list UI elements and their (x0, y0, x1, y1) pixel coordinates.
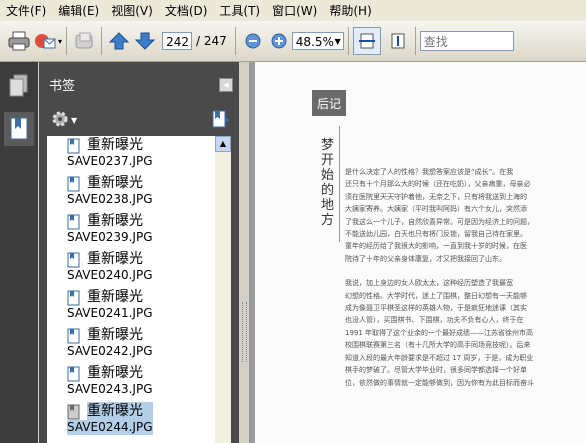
bookmarks-panel: 书签 ◀ ▼ 重新曝光 SAVE0237.JPG 重新曝光 SAVE0238.JPG… (39, 62, 239, 443)
panel-collapse-icon[interactable]: ◀ (219, 78, 233, 92)
menu-bar: 文件(F) 编辑(E) 视图(V) 文档(D) 工具(T) 窗口(W) 帮助(H… (0, 0, 586, 21)
menu-edit[interactable]: 编辑(E) (52, 2, 105, 19)
menu-window[interactable]: 窗口(W) (266, 2, 323, 19)
bookmark-doc-icon (67, 138, 81, 157)
bookmarks-icon[interactable] (4, 112, 34, 146)
bookmark-title: 重新曝光 (87, 327, 143, 343)
text-line: 成为像聂卫平棋圣这样的英雄人物，于是疯狂地迷课（其实 (345, 304, 527, 313)
text-line: 还只有十个月那么大的时候（还在吃奶），父亲病重，母亲必 (345, 180, 531, 189)
bookmark-title: 重新曝光 (87, 137, 143, 153)
share-email-icon[interactable] (32, 28, 58, 54)
bookmark-item[interactable]: 重新曝光 SAVE0238.JPG (47, 174, 215, 212)
text-line: 童年的经历给了我很大的影响，一直到我十岁的时候，在医 (345, 242, 527, 251)
options-gear-icon[interactable] (51, 110, 69, 131)
menu-help[interactable]: 帮助(H) (323, 2, 377, 19)
toolbar: ▾ 242 / 247 48.5% ▼ 查找 (0, 21, 586, 62)
text-line: 幻想的性格。大学时代，迷上了围棋，整日幻想有一天能够 (345, 291, 527, 300)
chevron-down-icon[interactable]: ▼ (71, 116, 77, 125)
print-icon[interactable] (6, 28, 32, 54)
bookmark-doc-icon (67, 214, 81, 233)
document-page: 后记 梦开始的地方 是什么决定了人的性格？我想答案应该是“成长”。在我 还只有十… (255, 62, 586, 443)
search-input[interactable]: 查找 (419, 31, 514, 51)
document-body: 是什么决定了人的性格？我想答案应该是“成长”。在我 还只有十个月那么大的时候（还… (345, 166, 585, 389)
document-viewer[interactable]: 后记 梦开始的地方 是什么决定了人的性格？我想答案应该是“成长”。在我 还只有十… (249, 62, 586, 443)
panel-splitter[interactable] (239, 62, 249, 443)
bookmark-list: 重新曝光 SAVE0237.JPG 重新曝光 SAVE0238.JPG 重新曝光 SA… (47, 136, 215, 443)
next-page-icon[interactable] (132, 28, 158, 54)
toolbar-separator (234, 27, 236, 55)
zoom-value: 48.5% (295, 35, 334, 49)
zoom-in-icon[interactable] (266, 28, 292, 54)
bookmark-doc-icon (67, 252, 81, 271)
hand-tool-icon[interactable] (71, 28, 97, 54)
zoom-select[interactable]: 48.5% ▼ (291, 32, 344, 50)
text-line: 大姨家寄养。大姨家（平时我叫阿妈）有六个女儿，突然添 (345, 205, 527, 214)
toolbar-separator (414, 27, 416, 55)
title-rule (339, 126, 340, 242)
text-line: 知道入段的最大年龄要求是不超过 17 周岁，于是，成为职业 (345, 353, 534, 362)
panel-title: 书签 (49, 78, 76, 94)
text-line: 了我这么一个儿子，自然欣喜异常。可是因为经济上的问题， (345, 217, 534, 226)
text-line: 棋手的梦破了。尽管大学毕业时，很多同学都选择一个好单 (345, 366, 527, 375)
text-line: 也没人管），买围棋书、下围棋，功夫不负有心人，终于在 (345, 316, 524, 325)
bookmark-title: 重新曝光 (87, 365, 143, 381)
fit-width-icon[interactable] (352, 27, 381, 55)
navigation-strip (0, 62, 38, 443)
new-bookmark-icon[interactable] (211, 110, 231, 131)
bookmark-doc-icon (67, 328, 81, 347)
menu-file[interactable]: 文件(F) (0, 2, 52, 19)
text-line: 不能送幼儿园，白天也只有将门反锁，留我自己待在家里。 (345, 230, 527, 239)
pages-icon[interactable] (8, 74, 30, 101)
text-line: 位，依然做的事情就一定能够做到，因为你有为此目标而奋斗 (345, 378, 534, 387)
text-line: 校围棋联赛第三名（有十几所大学的高手同场竞技呢）。后来 (345, 341, 531, 350)
menu-view[interactable]: 视图(V) (105, 2, 159, 19)
bookmark-item[interactable]: 重新曝光 SAVE0242.JPG (47, 326, 215, 364)
text-line: 1991 年取得了这个业余的一个最好成绩——江苏省徐州市高 (345, 328, 534, 337)
bookmark-doc-icon (67, 176, 81, 195)
bookmark-title: 重新曝光 (87, 251, 143, 267)
text-line: 是什么决定了人的性格？我想答案应该是“成长”。在我 (345, 168, 514, 176)
bookmark-scrollbar[interactable]: ▲ (215, 136, 231, 443)
chevron-down-icon: ▼ (334, 37, 341, 46)
bookmark-title: 重新曝光 (87, 402, 153, 420)
bookmark-item[interactable]: 重新曝光 SAVE0239.JPG (47, 212, 215, 250)
menu-document[interactable]: 文档(D) (159, 2, 214, 19)
bookmark-item-selected[interactable]: 重新曝光 SAVE0244.JPG (47, 402, 215, 440)
bookmark-title: 重新曝光 (87, 213, 143, 229)
bookmark-title: 重新曝光 (87, 289, 143, 305)
page-total: / 247 (196, 34, 227, 48)
menu-tools[interactable]: 工具(T) (213, 2, 266, 19)
toolbar-separator (347, 27, 349, 55)
bookmark-title: 重新曝光 (87, 175, 143, 191)
scroll-up-icon[interactable]: ▲ (215, 136, 231, 152)
text-line: 须在医院里天天守护着他，无奈之下，只有将我送到上海的 (345, 192, 527, 201)
bookmark-item[interactable]: 重新曝光 SAVE0237.JPG (47, 136, 215, 174)
bookmark-item[interactable]: 重新曝光 SAVE0241.JPG (47, 288, 215, 326)
bookmark-doc-icon (67, 290, 81, 309)
zoom-out-icon[interactable] (240, 28, 266, 54)
text-line: 院待了十年的父亲身体康复，才又把我接回了山东。 (345, 254, 506, 263)
page-number-input[interactable]: 242 (162, 32, 193, 50)
previous-page-icon[interactable] (106, 28, 132, 54)
bookmark-item[interactable]: 重新曝光 SAVE0243.JPG (47, 364, 215, 402)
chapter-tag: 后记 (312, 90, 346, 116)
toolbar-separator (66, 27, 68, 55)
bookmark-doc-icon (67, 404, 81, 423)
text-line: 我说，加上身边的女人欧太太，这种经历塑造了我最宽 (345, 279, 513, 288)
bookmark-item[interactable]: 重新曝光 SAVE0240.JPG (47, 250, 215, 288)
fit-page-icon[interactable] (385, 28, 411, 54)
bookmark-doc-icon (67, 366, 81, 385)
toolbar-separator (101, 27, 103, 55)
vertical-title: 梦开始的地方 (321, 138, 335, 228)
